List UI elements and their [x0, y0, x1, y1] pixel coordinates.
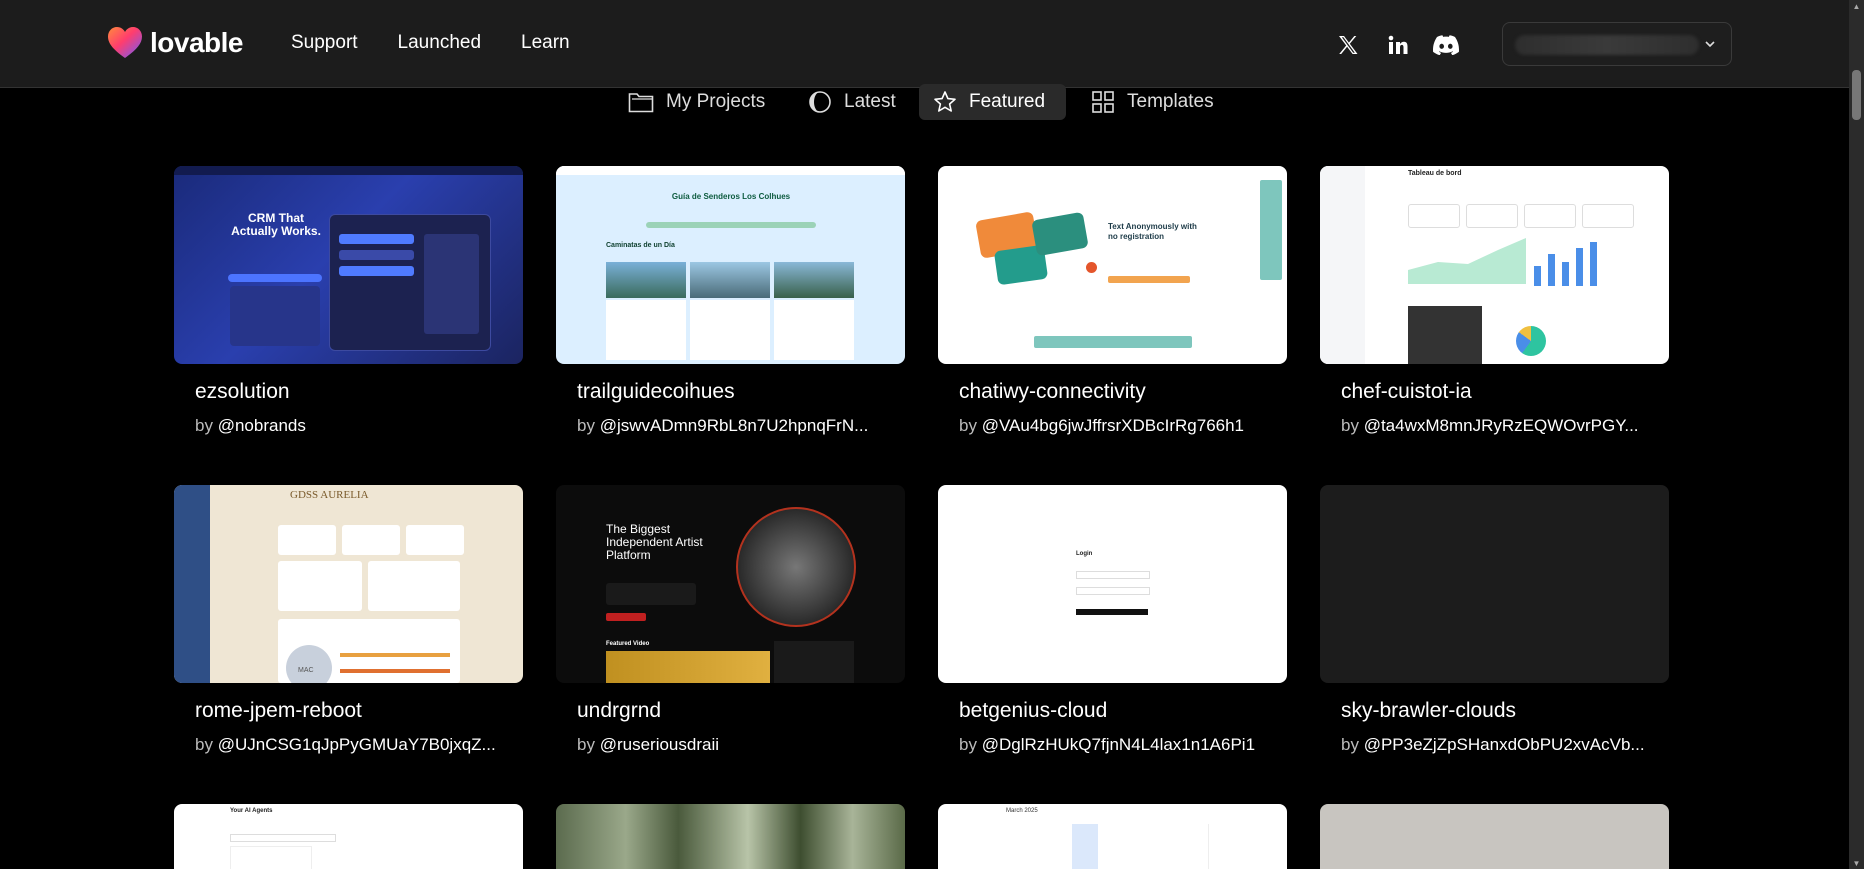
- chef-title: Tableau de bord: [1408, 170, 1462, 177]
- scroll-down-arrow-icon[interactable]: ▼: [1852, 859, 1861, 868]
- by-label: by: [959, 416, 977, 435]
- login-title: Login: [1076, 551, 1093, 557]
- project-name[interactable]: rome-jpem-reboot: [195, 699, 362, 723]
- tab-featured-label: Featured: [969, 91, 1046, 112]
- tab-my-projects[interactable]: My Projects: [614, 84, 779, 120]
- author-handle: @nobrands: [217, 416, 306, 435]
- by-label: by: [195, 416, 213, 435]
- project-thumbnail[interactable]: [1320, 485, 1669, 683]
- half-moon-icon: [809, 91, 831, 113]
- by-label: by: [195, 735, 213, 754]
- by-label: by: [1341, 735, 1359, 754]
- project-author[interactable]: by @DglRzHUkQ7fjnN4L4lax1n1A6Pi1: [959, 735, 1269, 755]
- project-card[interactable]: Your AI Agents: [174, 804, 523, 869]
- project-card[interactable]: Guía de Senderos Los Colhues Caminatas d…: [556, 166, 905, 435]
- lovable-logo[interactable]: lovable: [108, 27, 243, 59]
- grid-icon: [1092, 91, 1114, 113]
- chevron-down-icon: [1705, 41, 1715, 48]
- crm-headline: CRM That Actually Works.: [231, 211, 321, 238]
- project-thumbnail[interactable]: The Biggest Independent Artist Platform …: [556, 485, 905, 683]
- by-label: by: [577, 416, 595, 435]
- author-handle: @ta4wxM8mnJRyRzEQWOvrPGY...: [1363, 416, 1639, 435]
- brand-name: lovable: [150, 27, 243, 58]
- project-card[interactable]: The Biggest Independent Artist Platform …: [556, 485, 905, 754]
- project-card[interactable]: Login betgenius-cloud by @DglRzHUkQ7fjnN…: [938, 485, 1287, 754]
- undr-headline: The Biggest Independent Artist Platform: [606, 522, 703, 562]
- nav-learn-link[interactable]: Learn: [521, 32, 570, 54]
- trail-title: Guía de Senderos Los Colhues: [671, 192, 791, 201]
- tab-templates[interactable]: Templates: [1077, 84, 1228, 120]
- project-name[interactable]: betgenius-cloud: [959, 699, 1107, 723]
- aurelia-title: GDSS AURELIA: [290, 489, 369, 501]
- calendar-month: March 2025: [1006, 808, 1038, 814]
- tab-templates-label: Templates: [1127, 91, 1214, 112]
- by-label: by: [1341, 416, 1359, 435]
- account-dropdown[interactable]: [1502, 22, 1732, 66]
- project-author[interactable]: by @ruseriousdraii: [577, 735, 887, 755]
- nav-launched-link[interactable]: Launched: [398, 32, 481, 54]
- author-handle: @UJnCSG1qJpPyGMUaY7B0jxqZ...: [217, 735, 496, 754]
- project-thumbnail[interactable]: Text Anonymously with no registration: [938, 166, 1287, 364]
- tab-my-projects-label: My Projects: [666, 91, 766, 112]
- author-handle: @DglRzHUkQ7fjnN4L4lax1n1A6Pi1: [981, 735, 1256, 754]
- star-icon: [934, 91, 956, 112]
- project-card[interactable]: sky-brawler-clouds by @PP3eZjZpSHanxdObP…: [1320, 485, 1669, 754]
- project-card[interactable]: [1320, 804, 1669, 869]
- aurelia-mac: MAC: [298, 667, 314, 674]
- project-thumbnail[interactable]: Guía de Senderos Los Colhues Caminatas d…: [556, 166, 905, 364]
- project-thumbnail[interactable]: Login: [938, 485, 1287, 683]
- undr-featured: Featured Video: [606, 641, 650, 647]
- chat-headline: Text Anonymously with no registration: [1108, 222, 1197, 241]
- project-author[interactable]: by @nobrands: [195, 416, 505, 436]
- project-thumbnail[interactable]: Tableau de bord: [1320, 166, 1669, 364]
- author-handle: @jswvADmn9RbL8n7U2hpnqFrN...: [599, 416, 869, 435]
- discord-icon[interactable]: [1431, 30, 1461, 60]
- scroll-thumb[interactable]: [1852, 70, 1861, 120]
- by-label: by: [959, 735, 977, 754]
- project-thumbnail[interactable]: GDSS AURELIA MAC: [174, 485, 523, 683]
- project-name[interactable]: chatiwy-connectivity: [959, 380, 1146, 404]
- tab-featured[interactable]: Featured: [919, 84, 1066, 120]
- project-name[interactable]: chef-cuistot-ia: [1341, 380, 1472, 404]
- tab-latest[interactable]: Latest: [794, 84, 910, 120]
- linkedin-icon[interactable]: [1383, 30, 1413, 60]
- project-name[interactable]: sky-brawler-clouds: [1341, 699, 1516, 723]
- scroll-up-arrow-icon[interactable]: ▲: [1852, 2, 1861, 11]
- project-author[interactable]: by @UJnCSG1qJpPyGMUaY7B0jxqZ...: [195, 735, 505, 755]
- project-thumbnail[interactable]: Your AI Agents: [174, 804, 523, 869]
- project-card[interactable]: Tableau de bord chef-cuistot-ia by @ta4w…: [1320, 166, 1669, 435]
- agents-title: Your AI Agents: [230, 808, 273, 814]
- nav-support-link[interactable]: Support: [291, 32, 358, 54]
- project-author[interactable]: by @VAu4bg6jwJffrsrXDBcIrRg766h1: [959, 416, 1269, 436]
- project-thumbnail[interactable]: [1320, 804, 1669, 869]
- trail-section: Caminatas de un Día: [606, 242, 675, 249]
- vertical-scrollbar[interactable]: ▲ ▼: [1849, 0, 1864, 869]
- main-nav: Support Launched Learn: [291, 32, 610, 54]
- project-name[interactable]: ezsolution: [195, 380, 290, 404]
- top-header: lovable Support Launched Learn: [0, 0, 1849, 88]
- project-name[interactable]: trailguidecoihues: [577, 380, 735, 404]
- project-author[interactable]: by @jswvADmn9RbL8n7U2hpnqFrN...: [577, 416, 887, 436]
- project-card[interactable]: Text Anonymously with no registration ch…: [938, 166, 1287, 435]
- project-thumbnail[interactable]: [556, 804, 905, 869]
- x-twitter-icon[interactable]: [1333, 30, 1363, 60]
- project-thumbnail[interactable]: CRM That Actually Works.: [174, 166, 523, 364]
- project-thumbnail[interactable]: March 2025: [938, 804, 1287, 869]
- heart-logo-icon: [108, 27, 142, 58]
- account-name-redacted: [1515, 35, 1699, 55]
- author-handle: @ruseriousdraii: [599, 735, 720, 754]
- project-author[interactable]: by @PP3eZjZpSHanxdObPU2xvAcVb...: [1341, 735, 1651, 755]
- folder-icon: [628, 93, 654, 113]
- project-filter-tabs: My Projects Latest Featured Templates: [0, 84, 1849, 122]
- project-name[interactable]: undrgrnd: [577, 699, 661, 723]
- author-handle: @VAu4bg6jwJffrsrXDBcIrRg766h1: [981, 416, 1245, 435]
- project-card[interactable]: GDSS AURELIA MAC rome-jpem-reboot by @UJ…: [174, 485, 523, 754]
- by-label: by: [577, 735, 595, 754]
- tab-latest-label: Latest: [844, 91, 896, 112]
- project-card[interactable]: March 2025: [938, 804, 1287, 869]
- author-handle: @PP3eZjZpSHanxdObPU2xvAcVb...: [1363, 735, 1645, 754]
- project-author[interactable]: by @ta4wxM8mnJRyRzEQWOvrPGY...: [1341, 416, 1651, 436]
- project-card[interactable]: CRM That Actually Works. ezsolution by @…: [174, 166, 523, 435]
- project-card[interactable]: [556, 804, 905, 869]
